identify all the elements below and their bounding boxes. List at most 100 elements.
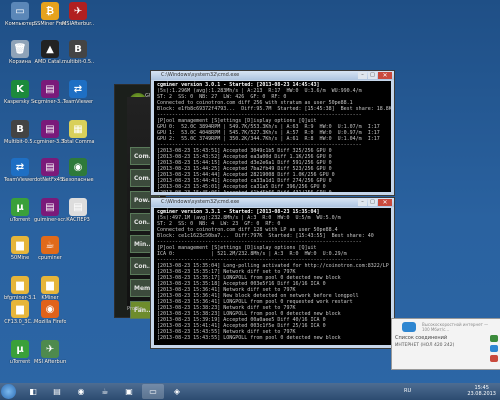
system-tray: RU 15:45 23.08.2013: [400, 383, 500, 400]
desktop-icon[interactable]: ◉Безопасные платежи: [62, 158, 94, 183]
maximize-button[interactable]: □: [368, 72, 377, 79]
console-line: [2013-08-23 15:45:06] Accepted f1bd5b66 …: [157, 190, 388, 192]
desktop-icon-label: MSI Afterburner: [34, 359, 66, 365]
desktop-icon[interactable]: ▦Total Commander: [62, 120, 94, 145]
network-notification[interactable]: Высокоскоростной интернет — 100 Мбит/с..…: [391, 318, 500, 370]
desktop-icon-label: КАСПЕР3: [66, 217, 90, 223]
app-icon: µ: [11, 198, 29, 216]
desktop-icons: ▭ Компьютер ₿ SSMiner Free ✈ MSIAfterbur... 🗑 К…: [0, 0, 96, 383]
app-icon: ▤: [41, 158, 59, 176]
notification-heading: Высокоскоростной интернет — 100 Мбит/с..…: [422, 322, 489, 332]
console-output: cgminer version 3.0.1 - Started: [2013-0…: [154, 81, 391, 192]
desktop-icon-label: 50Mine: [10, 255, 30, 261]
window-title-bar[interactable]: C:\Windows\system32\cmd.exe – □ ✕: [151, 71, 394, 80]
desktop-icon-label: uTorrent: [9, 359, 31, 365]
language-indicator[interactable]: RU: [404, 388, 411, 394]
desktop-icon[interactable]: ✈ MSIAfterbur...: [62, 2, 94, 27]
app-icon: ₿: [41, 2, 59, 20]
maximize-button[interactable]: □: [368, 199, 377, 206]
close-button[interactable]: ✕: [378, 199, 392, 206]
app-icon: ▤: [69, 198, 87, 216]
app-icon: 🗑: [11, 40, 29, 58]
desktop-icon-label: Корзина: [8, 59, 32, 65]
app-icon: ▆: [11, 236, 29, 254]
app-icon: ⇄: [11, 158, 29, 176]
desktop-icon[interactable]: ▤ КАСПЕР3: [62, 198, 94, 223]
taskbar-app-button[interactable]: ◧: [22, 384, 44, 399]
app-icon: µ: [11, 340, 29, 358]
connect-icon[interactable]: [490, 335, 498, 342]
desktop-icon-label: Компьютер: [5, 21, 35, 27]
taskbar-app-button[interactable]: ◉: [70, 384, 92, 399]
desktop-icon-label: CF13.0_3C...: [4, 319, 36, 325]
taskbar-app-button[interactable]: ☕: [94, 384, 116, 399]
app-icon: ▤: [41, 120, 59, 138]
console-output: cgminer version 3.3.1 - Started: [2013-0…: [154, 208, 391, 345]
desktop-icon-label: TeamViewer 8: [4, 177, 36, 183]
app-icon: B: [69, 40, 87, 58]
chat-icon[interactable]: [490, 345, 498, 352]
desktop-icon[interactable]: ⇄ TeamViewer 8: [4, 158, 36, 183]
desktop-icon[interactable]: ▆ KMiner: [34, 276, 66, 301]
console-line: [2013-08-23 15:43:55] LONGPOLL from pool…: [157, 335, 341, 341]
app-icon: ▆: [41, 276, 59, 294]
desktop-icon[interactable]: ▆ CF13.0_3C...: [4, 300, 36, 325]
app-icon: ▆: [11, 300, 29, 318]
desktop-icon[interactable]: ▭ Компьютер: [4, 2, 36, 27]
desktop-icon[interactable]: ✈MSI Afterburner: [34, 340, 66, 365]
desktop-icon[interactable]: ◉ Mozilla Firefox: [34, 300, 66, 325]
app-icon: ▭: [11, 2, 29, 20]
desktop-icon[interactable]: ⇄ TeamViewer: [62, 80, 94, 105]
desktop-icon[interactable]: µ uTorrent: [4, 198, 36, 223]
desktop-icon[interactable]: ☕ cpuminer: [34, 236, 66, 261]
desktop-icon[interactable]: ▆ 50Mine: [4, 236, 36, 261]
minimize-button[interactable]: –: [358, 72, 367, 79]
disconnect-icon[interactable]: [490, 355, 498, 362]
desktop-icon-label: Kaspersky Security: [4, 99, 36, 105]
app-icon: K: [11, 80, 29, 98]
desktop-icon[interactable]: µ uTorrent: [4, 340, 36, 365]
desktop-icon-label: TeamViewer: [62, 99, 94, 105]
cgminer-window-2[interactable]: C:\Windows\system32\cmd.exe – □ ✕ cgmine…: [150, 197, 395, 349]
app-icon: ⇄: [69, 80, 87, 98]
clock-date: 23.08.2013: [467, 391, 496, 397]
desktop-icon[interactable]: Bmultibit-0.5...: [62, 40, 94, 65]
desktop-icon-label: Multibit-0.5...: [4, 139, 36, 145]
desktop-icon[interactable]: KKaspersky Security: [4, 80, 36, 105]
desktop-icon-label: Mozilla Firefox: [34, 319, 66, 325]
desktop-icon-label: Безопасные платежи: [62, 177, 94, 183]
desktop-icon-label: MSIAfterbur...: [62, 21, 94, 27]
taskbar-app-button[interactable]: ▣: [118, 384, 140, 399]
app-icon: ▤: [41, 80, 59, 98]
desktop-icon-label: uTorrent: [9, 217, 31, 223]
window-title: C:\Windows\system32\cmd.exe: [161, 199, 240, 205]
desktop-icon[interactable]: B Multibit-0.5...: [4, 120, 36, 145]
desktop-icon[interactable]: ▆bfgminer-3.1...: [4, 276, 36, 301]
taskbar-app-button[interactable]: ▤: [46, 384, 68, 399]
app-icon: ▲: [41, 40, 59, 58]
app-icon: ◉: [69, 158, 87, 176]
desktop-icon-label: cpuminer: [38, 255, 62, 261]
taskbar-app-button[interactable]: ◈: [166, 384, 188, 399]
window-title: C:\Windows\system32\cmd.exe: [161, 72, 240, 78]
app-footer: Profile: [127, 306, 143, 312]
app-icon: ☕: [41, 236, 59, 254]
teamviewer-icon: [402, 322, 416, 332]
app-icon: ✈: [41, 340, 59, 358]
taskbar: ◧ ▤ ◉ ☕ ▣ ▭ ◈ RU 15:45 23.08.2013: [0, 383, 500, 400]
desktop-icon-label: Total Commander: [62, 139, 94, 145]
taskbar-app-button[interactable]: ▭: [142, 384, 164, 399]
desktop-icon-label: multibit-0.5...: [62, 59, 94, 65]
clock[interactable]: 15:45 23.08.2013: [467, 385, 496, 397]
notification-body: ИНТЕРНЕТ (НОЛ 420 242): [395, 343, 455, 348]
window-title-bar[interactable]: C:\Windows\system32\cmd.exe – □ ✕: [151, 198, 394, 207]
desktop-icon[interactable]: 🗑 Корзина: [4, 40, 36, 65]
cgminer-window-1[interactable]: C:\Windows\system32\cmd.exe – □ ✕ cgmine…: [150, 70, 395, 196]
notification-title: Список соединений: [395, 335, 448, 341]
close-button[interactable]: ✕: [378, 72, 392, 79]
app-icon: ▤: [41, 198, 59, 216]
start-button[interactable]: [1, 384, 16, 399]
app-icon: ✈: [69, 2, 87, 20]
app-icon: ▦: [69, 120, 87, 138]
minimize-button[interactable]: –: [358, 199, 367, 206]
